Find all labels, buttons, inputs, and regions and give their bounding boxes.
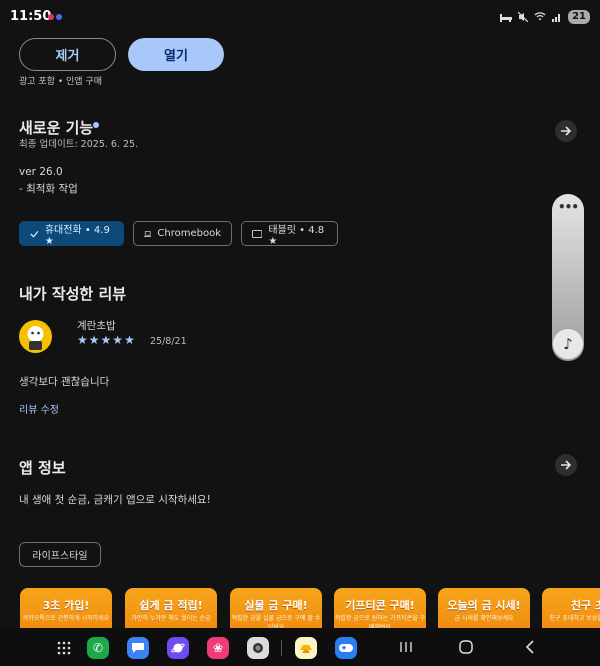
whats-new-title[interactable]: 새로운 기능	[19, 117, 93, 138]
review-date: 25/8/21	[150, 336, 187, 347]
star-icon: ★	[77, 333, 88, 347]
screenshot-subtitle: 가만히 누가만 해도 쌓이는 순금	[131, 615, 211, 622]
avatar-character-icon	[27, 326, 44, 350]
gallery-app-icon[interactable]: ❀	[207, 637, 229, 659]
check-icon	[30, 230, 39, 238]
chat-bubble-icon	[132, 643, 144, 653]
whats-new-arrow-button[interactable]	[555, 120, 577, 142]
wifi-icon	[534, 12, 546, 21]
last-updated: 최종 업데이트: 2025. 6. 25.	[19, 139, 139, 150]
browser-app-icon[interactable]	[167, 637, 189, 659]
star-icon: ★	[100, 333, 112, 347]
screenshot-card[interactable]: 친구 초 친구 초대하고 보상을 받으세요	[542, 588, 600, 628]
taskbar-divider	[281, 640, 282, 656]
avatar	[19, 320, 52, 353]
app-info-arrow-button[interactable]	[555, 454, 577, 476]
game-app-icon[interactable]	[335, 637, 357, 659]
apps-grid-icon[interactable]	[53, 637, 75, 659]
chip-chromebook[interactable]: Chromebook	[133, 221, 232, 246]
reviewer-name: 계란초밥	[77, 320, 116, 332]
grid-icon	[57, 641, 71, 655]
chip-tablet[interactable]: 태블릿 • 4.8 ★	[241, 221, 338, 247]
phone-app-icon[interactable]: ✆	[87, 637, 109, 659]
screenshot-subtitle: 적립한 금으로 원하는 기프티콘을 구매해봐요	[334, 615, 426, 628]
status-time: 11:50	[10, 9, 52, 24]
screenshot-carousel[interactable]: 3초 가입! 카카오톡으로 간편하게 시작하세요 쉽게 금 적립! 가만히 누가…	[20, 588, 600, 628]
version-text: ver 26.0	[19, 166, 63, 178]
screenshot-card[interactable]: 오늘의 금 시세! 금 시세를 확인해보세요	[438, 588, 530, 628]
arrow-right-icon	[561, 126, 572, 136]
planet-icon	[171, 643, 185, 653]
laptop-icon	[144, 230, 152, 237]
recent-apps-button[interactable]	[396, 634, 416, 660]
recents-icon	[400, 642, 412, 652]
music-note-icon[interactable]: ♪	[553, 329, 583, 359]
screenshot-card[interactable]: 쉽게 금 적립! 가만히 누가만 해도 쌓이는 순금	[125, 588, 217, 628]
remove-button[interactable]: 제거	[19, 38, 116, 71]
review-text: 생각보다 괜찮습니다	[19, 376, 110, 388]
ads-notice: 광고 포함 • 인앱 구매	[19, 77, 102, 87]
screenshot-title: 친구 초	[570, 599, 600, 612]
navigation-bar: ✆ ❀	[0, 628, 600, 666]
app-description: 내 생애 첫 순금, 금캐기 앱으로 시작하세요!	[19, 494, 211, 506]
gold-app-icon[interactable]	[295, 637, 317, 659]
star-icon: ★	[88, 333, 100, 347]
screenshot-title: 기프티콘 구매!	[345, 599, 415, 612]
status-bar: 11:50 21	[0, 0, 600, 34]
screenshot-title: 실물 금 구매!	[244, 599, 308, 612]
my-review-title: 내가 작성한 리뷰	[19, 285, 127, 303]
screenshot-card[interactable]: 3초 가입! 카카오톡으로 간편하게 시작하세요	[20, 588, 112, 628]
screenshot-title: 3초 가입!	[42, 599, 90, 612]
floating-music-panel[interactable]: ••• ♪	[552, 194, 584, 361]
mute-icon	[518, 12, 529, 22]
category-tag[interactable]: 라이프스타일	[19, 542, 101, 567]
screenshot-title: 쉽게 금 적립!	[139, 599, 203, 612]
star-icon: ★	[124, 333, 135, 347]
screenshot-title: 오늘의 금 시세!	[447, 599, 521, 612]
edit-review-link[interactable]: 리뷰 수정	[19, 401, 59, 416]
back-button[interactable]	[520, 634, 540, 660]
chip-phone-label: 휴대전화 • 4.9 ★	[44, 224, 110, 247]
notification-dots-icon	[48, 14, 62, 20]
tablet-icon	[252, 229, 263, 238]
screenshot-card[interactable]: 실물 금 구매! 적립한 금을 실물 금으로 구매 할 수 있어요	[230, 588, 322, 628]
screenshot-subtitle: 적립한 금을 실물 금으로 구매 할 수 있어요	[231, 615, 321, 628]
arrow-right-icon	[561, 460, 572, 470]
more-options-icon[interactable]: •••	[552, 200, 584, 214]
screenshot-subtitle: 친구 초대하고 보상을 받으세요	[549, 615, 600, 622]
chip-chromebook-label: Chromebook	[157, 228, 221, 239]
back-chevron-icon	[525, 640, 534, 654]
review-rating-stars: ★ ★ ★ ★ ★	[77, 333, 135, 347]
signal-icon	[552, 14, 561, 22]
release-notes: - 최적화 작업	[19, 183, 78, 195]
star-icon: ★	[112, 333, 124, 347]
open-button[interactable]: 열기	[128, 38, 224, 71]
sleep-icon	[500, 14, 513, 22]
app-info-title[interactable]: 앱 정보	[19, 457, 66, 478]
gold-bar-icon	[300, 645, 312, 653]
status-icons: 21	[500, 10, 590, 24]
gamepad-icon	[339, 644, 353, 652]
home-button[interactable]	[456, 634, 476, 660]
home-icon	[459, 640, 473, 654]
chip-phone[interactable]: 휴대전화 • 4.9 ★	[19, 221, 124, 247]
screenshot-card[interactable]: 기프티콘 구매! 적립한 금으로 원하는 기프티콘을 구매해봐요	[334, 588, 426, 628]
screenshot-subtitle: 금 시세를 확인해보세요	[454, 615, 514, 622]
camera-lens-icon	[253, 643, 263, 653]
messages-app-icon[interactable]	[127, 637, 149, 659]
camera-app-icon[interactable]	[247, 637, 269, 659]
new-indicator-dot	[93, 122, 99, 128]
screenshot-subtitle: 카카오톡으로 간편하게 시작하세요	[22, 615, 110, 622]
battery-level: 21	[568, 10, 590, 24]
chip-tablet-label: 태블릿 • 4.8 ★	[268, 224, 325, 247]
